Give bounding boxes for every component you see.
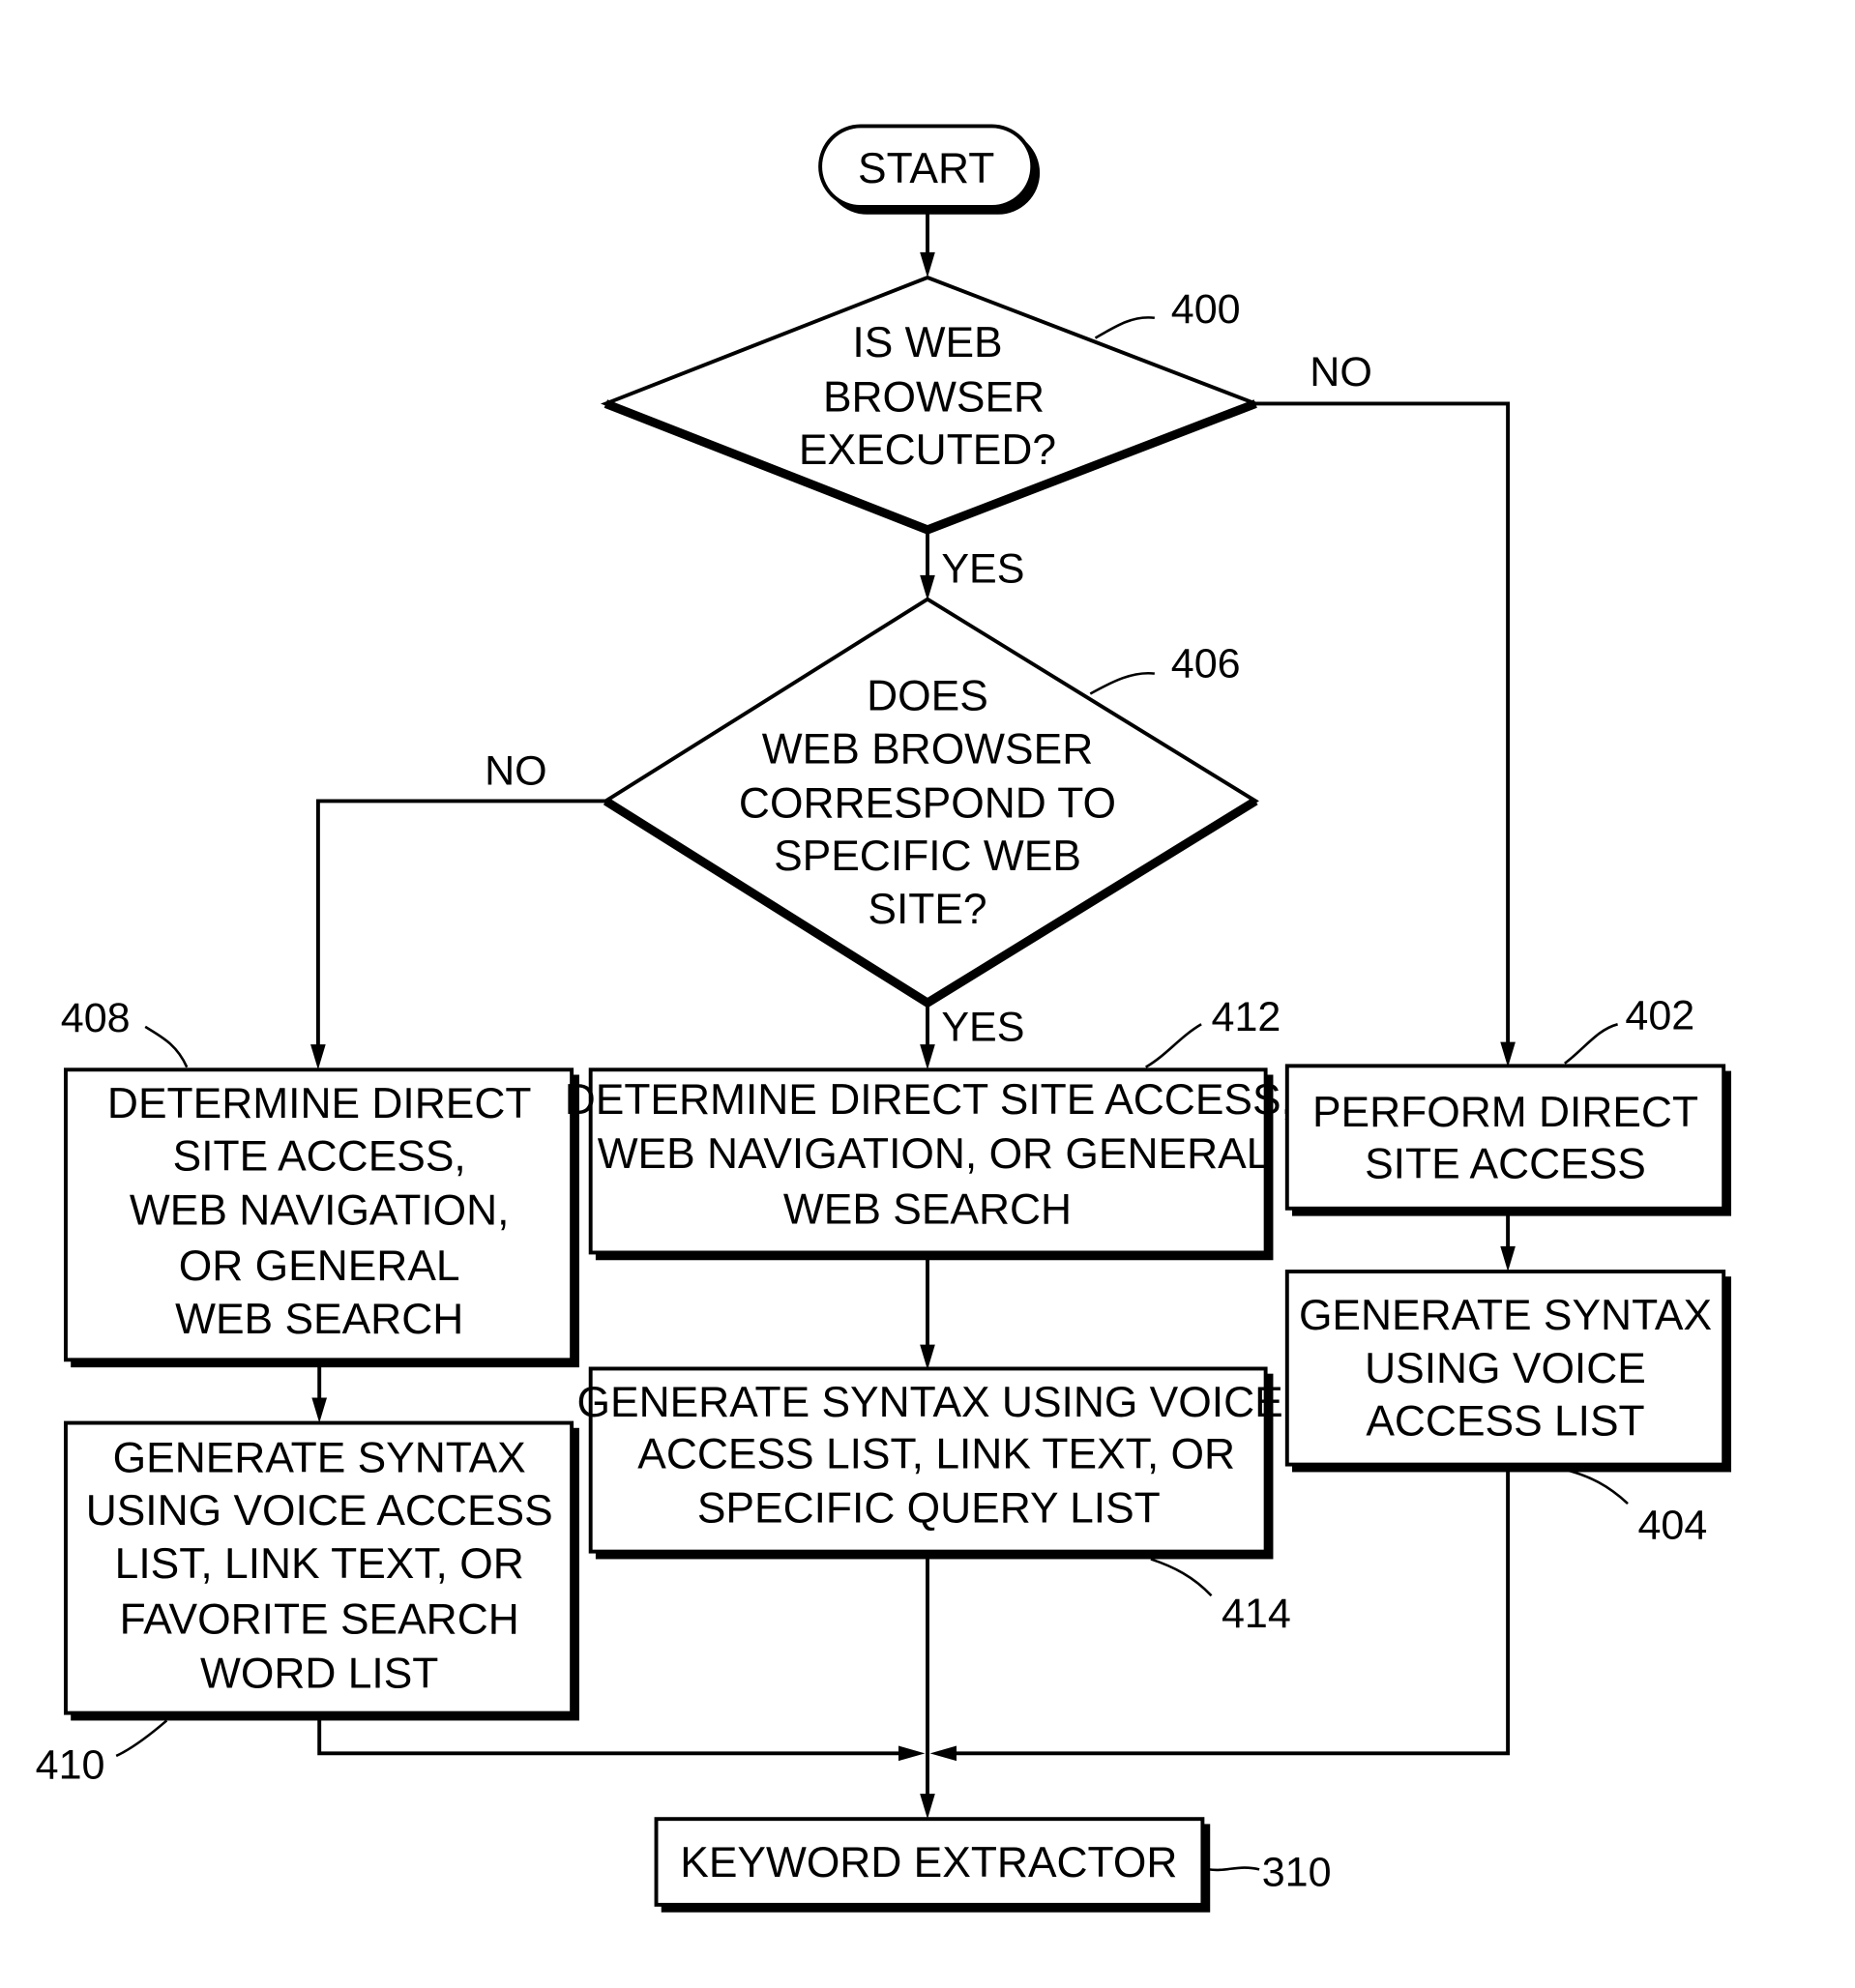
ref-leader-402 (1564, 1023, 1618, 1065)
decision-406-line-1: DOES (867, 672, 988, 719)
decision-406-line-4: SPECIFIC WEB (774, 833, 1081, 880)
ref-leader-310 (1208, 1866, 1260, 1872)
process-410: GENERATE SYNTAX USING VOICE ACCESS LIST,… (64, 1420, 579, 1721)
connector-410-to-merge (317, 1717, 906, 1756)
decision-406-line-3: CORRESPOND TO (739, 779, 1116, 827)
decision-406: DOES WEB BROWSER CORRESPOND TO SPECIFIC … (602, 597, 1259, 1009)
ref-404: 404 (1637, 1503, 1707, 1549)
arrowhead (920, 1344, 935, 1370)
decision-400-yes-label: YES (941, 546, 1024, 593)
ref-leader-410 (115, 1719, 168, 1758)
process-408: DETERMINE DIRECT SITE ACCESS, WEB NAVIGA… (64, 1067, 579, 1368)
process-410-line-1: GENERATE SYNTAX (113, 1434, 526, 1481)
process-412-line-1: DETERMINE DIRECT SITE ACCESS, (565, 1076, 1293, 1124)
process-408-line-2: SITE ACCESS, (173, 1133, 466, 1181)
decision-400-line-1: IS WEB (852, 319, 1002, 366)
ref-408: 408 (61, 995, 131, 1041)
ref-410: 410 (36, 1741, 105, 1788)
decision-406-line-2: WEB BROWSER (762, 725, 1093, 773)
ref-leader-406 (1089, 671, 1155, 695)
decision-400-line-2: BROWSER (823, 373, 1045, 421)
process-410-line-4: FAVORITE SEARCH (120, 1595, 519, 1643)
process-414-line-3: SPECIFIC QUERY LIST (697, 1485, 1161, 1533)
process-402-line-1: PERFORM DIRECT (1312, 1089, 1698, 1136)
decision-406-yes-label: YES (941, 1004, 1024, 1050)
ref-414: 414 (1222, 1591, 1291, 1637)
ref-leader-408 (144, 1025, 189, 1068)
keyword-extractor-box: KEYWORD EXTRACTOR (654, 1817, 1211, 1913)
process-408-line-3: WEB NAVIGATION, (130, 1187, 510, 1235)
arrowhead (1500, 1041, 1516, 1067)
decision-406-no-label: NO (485, 747, 547, 794)
process-404: GENERATE SYNTAX USING VOICE ACCESS LIST (1284, 1270, 1732, 1473)
process-408-line-5: WEB SEARCH (175, 1296, 463, 1343)
arrowhead (920, 1794, 935, 1820)
process-412-line-3: WEB SEARCH (783, 1185, 1072, 1233)
arrowhead (920, 251, 935, 278)
process-414-line-1: GENERATE SYNTAX USING VOICE (577, 1379, 1283, 1426)
process-402: PERFORM DIRECT SITE ACCESS (1284, 1064, 1732, 1216)
start-label: START (858, 145, 994, 192)
arrowhead (311, 1397, 328, 1423)
arrowhead (310, 1044, 326, 1070)
process-410-line-5: WORD LIST (200, 1651, 438, 1698)
ref-412: 412 (1212, 994, 1281, 1040)
ref-310: 310 (1262, 1849, 1332, 1895)
decision-400-line-3: EXECUTED? (799, 426, 1056, 474)
process-414: GENERATE SYNTAX USING VOICE ACCESS LIST,… (577, 1366, 1283, 1560)
process-402-line-2: SITE ACCESS (1365, 1140, 1646, 1187)
connector-406-no (315, 799, 606, 1050)
connector-400-no (1255, 401, 1511, 1047)
arrowhead (929, 1745, 957, 1762)
process-408-line-4: OR GENERAL (179, 1242, 460, 1290)
arrowhead (898, 1745, 926, 1762)
flowchart: START IS WEB BROWSER EXECUTED? 400 NO YE… (36, 124, 1732, 1913)
process-412-line-2: WEB NAVIGATION, OR GENERAL (598, 1130, 1271, 1178)
arrowhead (1500, 1245, 1516, 1272)
process-414-line-2: ACCESS LIST, LINK TEXT, OR (637, 1431, 1235, 1478)
start-terminal: START (818, 124, 1041, 215)
ref-406: 406 (1171, 641, 1241, 687)
process-408-line-1: DETERMINE DIRECT (107, 1080, 532, 1127)
decision-400: IS WEB BROWSER EXECUTED? (600, 275, 1261, 535)
process-404-line-2: USING VOICE (1365, 1345, 1646, 1392)
process-404-line-3: ACCESS LIST (1366, 1398, 1644, 1446)
ref-leader-414 (1150, 1558, 1213, 1597)
ref-leader-400 (1094, 316, 1155, 339)
keyword-extractor-label: KEYWORD EXTRACTOR (680, 1839, 1177, 1886)
process-412: DETERMINE DIRECT SITE ACCESS, WEB NAVIGA… (565, 1067, 1293, 1261)
process-410-line-3: LIST, LINK TEXT, OR (115, 1540, 524, 1588)
process-404-line-1: GENERATE SYNTAX (1299, 1292, 1712, 1339)
arrowhead (920, 1044, 935, 1070)
decision-400-no-label: NO (1310, 349, 1372, 395)
ref-leader-412 (1145, 1023, 1202, 1068)
process-410-line-2: USING VOICE ACCESS (86, 1487, 553, 1535)
ref-leader-404 (1564, 1468, 1629, 1505)
decision-406-line-5: SITE? (868, 886, 986, 933)
ref-402: 402 (1625, 993, 1694, 1039)
ref-400: 400 (1171, 286, 1241, 333)
arrowhead (920, 574, 935, 600)
